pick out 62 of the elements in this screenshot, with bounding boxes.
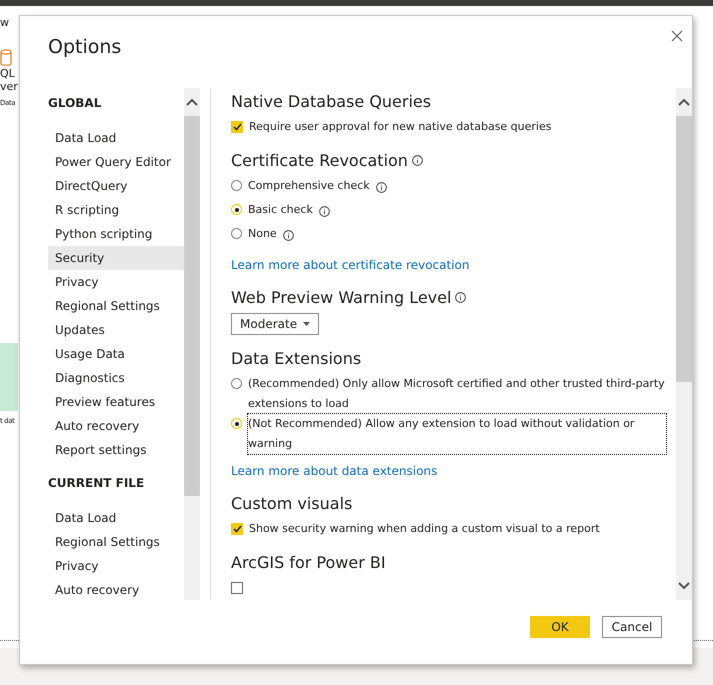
- radio-label: (Recommended) Only allow Microsoft certified and other trusted third-party extensions to load: [248, 376, 666, 412]
- nav-heading: CURRENT FILE: [48, 476, 146, 492]
- radio-label: None: [248, 226, 277, 242]
- section-title: Custom visuals: [231, 494, 352, 513]
- radio-button[interactable]: [231, 378, 242, 389]
- canvas-visual: [0, 343, 18, 411]
- nav-item[interactable]: Diagnostics: [48, 366, 184, 390]
- nav-item[interactable]: Regional Settings: [48, 294, 184, 318]
- ok-button[interactable]: OK: [530, 616, 590, 638]
- section-title: ArcGIS for Power BI: [231, 553, 386, 572]
- checkbox-label: Show security warning when adding a custom visual to a report: [249, 521, 600, 537]
- close-icon[interactable]: [670, 30, 684, 44]
- nav-item[interactable]: Data Load: [48, 506, 184, 530]
- section-title: Data Extensions: [231, 349, 362, 368]
- nav-item[interactable]: DirectQuery: [48, 174, 184, 198]
- checkbox[interactable]: [231, 582, 243, 594]
- nav-item[interactable]: Power Query Editor: [48, 150, 184, 174]
- nav-item[interactable]: Privacy: [48, 554, 184, 578]
- radio-label: Basic check: [248, 202, 313, 218]
- info-icon[interactable]: [455, 292, 466, 303]
- dialog-title: Options: [48, 36, 122, 58]
- section-title: Native Database Queries: [231, 92, 432, 111]
- dropdown[interactable]: Moderate: [231, 313, 320, 335]
- nav-item[interactable]: Privacy: [48, 270, 184, 294]
- learn-more-link[interactable]: Learn more about data extensions: [231, 464, 438, 478]
- caret-icon: [303, 322, 310, 326]
- scroll-down-icon[interactable]: [678, 582, 690, 590]
- nav-item[interactable]: Updates: [48, 318, 184, 342]
- radio-button[interactable]: [231, 204, 242, 215]
- ribbon-text: w: [0, 16, 10, 29]
- learn-more-link[interactable]: Learn more about certificate revocation: [231, 258, 470, 272]
- checkbox-label: Require user approval for new native database queries: [249, 119, 552, 135]
- nav-item[interactable]: R scripting: [48, 198, 184, 222]
- ribbon-text: ver: [0, 80, 18, 93]
- nav-item[interactable]: Regional Settings: [48, 530, 184, 554]
- info-icon[interactable]: [282, 230, 294, 241]
- info-icon[interactable]: [318, 206, 330, 217]
- nav-item[interactable]: Auto recovery: [48, 578, 184, 600]
- nav-scrollbar[interactable]: [184, 88, 200, 600]
- nav-item[interactable]: Auto recovery: [48, 414, 184, 438]
- nav-item[interactable]: Security: [48, 246, 184, 270]
- section-title: Web Preview Warning Level: [231, 288, 452, 307]
- ribbon-text: QL: [0, 67, 16, 80]
- radio-button[interactable]: [231, 418, 242, 429]
- radio-button[interactable]: [231, 180, 242, 191]
- database-icon: [0, 49, 12, 67]
- info-icon[interactable]: [412, 155, 423, 166]
- nav-heading: GLOBAL: [48, 96, 102, 112]
- cancel-button[interactable]: Cancel: [602, 616, 662, 638]
- radio-label: (Not Recommended) Allow any extension to load without validation or warning: [248, 414, 666, 454]
- nav-item[interactable]: Preview features: [48, 390, 184, 414]
- content-scrollbar[interactable]: [676, 88, 692, 600]
- nav-item[interactable]: Usage Data: [48, 342, 184, 366]
- radio-button[interactable]: [231, 228, 242, 239]
- nav-item[interactable]: Python scripting: [48, 222, 184, 246]
- nav-item[interactable]: Report settings: [48, 438, 184, 462]
- info-icon[interactable]: [376, 182, 387, 193]
- section-title: Certificate Revocation: [231, 151, 408, 170]
- scroll-up-icon[interactable]: [186, 98, 198, 106]
- nav-item[interactable]: Data Load: [48, 126, 184, 150]
- radio-label: Comprehensive check: [248, 178, 370, 194]
- scroll-up-icon[interactable]: [678, 98, 690, 106]
